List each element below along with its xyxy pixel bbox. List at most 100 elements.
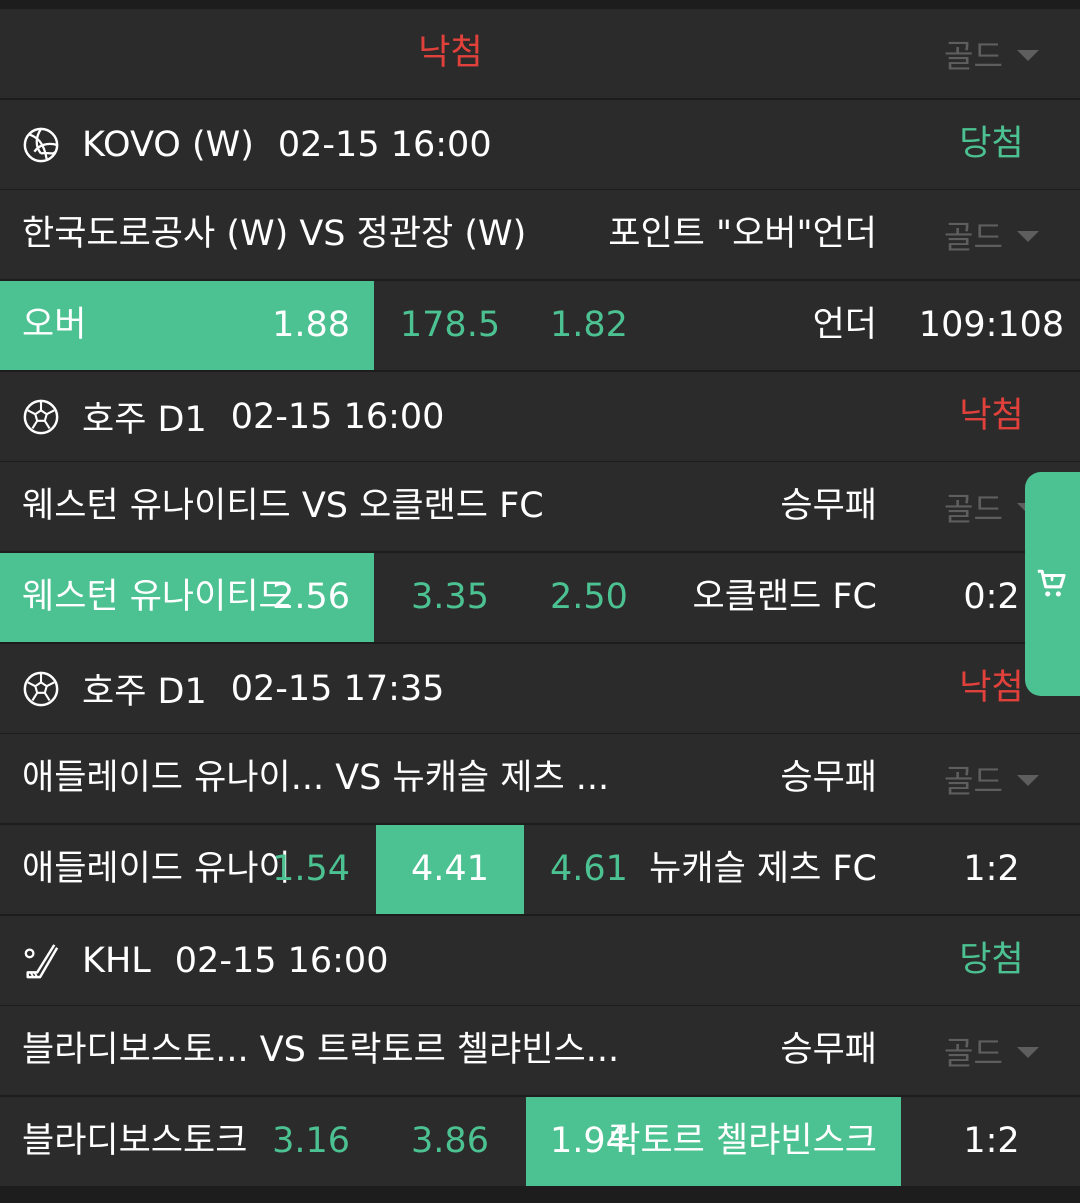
volleyball-icon: [23, 127, 59, 162]
gold-label: 골드: [944, 217, 1003, 256]
match-row: 한국도로공사 (W) VS 정관장 (W) 포인트 "오버"언더 골드: [0, 190, 1080, 279]
hockey-stick-icon: [24, 943, 59, 978]
home-label: 웨스턴 유나이티드: [22, 577, 291, 617]
event-header-row: KOVO (W) 02-15 16:00 당첨: [0, 100, 1080, 189]
event-header-row: 호주 D1 02-15 17:35 낙첨: [0, 644, 1080, 733]
odds-row: 오버 1.88 178.5 1.82 언더 109:108: [0, 281, 1080, 370]
event-header-row: 호주 D1 02-15 16:00 낙첨: [0, 372, 1080, 461]
away-odd: 4.61: [550, 849, 628, 889]
match-row: 웨스턴 유나이티드 VS 오클랜드 FC 승무패 골드: [0, 462, 1080, 551]
chevron-down-icon: [1016, 231, 1039, 242]
final-score: 1:2: [963, 849, 1020, 889]
match-row: 블라디보스토... VS 트락토르 첼랴빈스... 승무패 골드: [0, 1006, 1080, 1095]
gold-dropdown[interactable]: 골드: [903, 190, 1080, 279]
bet-slip-summary-row: 낙첨 골드: [0, 9, 1080, 98]
match-info: 블라디보스토... VS 트락토르 첼랴빈스... 승무패: [0, 1006, 901, 1095]
shopping-cart-icon: [1037, 569, 1066, 597]
match-teams: 블라디보스토... VS 트락토르 첼랴빈스...: [22, 1030, 620, 1070]
event-header: 호주 D1 02-15 17:35: [0, 644, 901, 733]
gold-dropdown[interactable]: 골드: [903, 734, 1080, 823]
gold-label: 골드: [944, 36, 1003, 75]
away-odds-button[interactable]: 4.61 뉴캐슬 제츠 FC: [526, 825, 901, 914]
home-odds-button[interactable]: 블라디보스토크 3.16: [0, 1097, 374, 1186]
event-header-row: KHL 02-15 16:00 당첨: [0, 916, 1080, 1005]
result-cell: 낙첨: [903, 372, 1080, 461]
draw-odds-button[interactable]: 3.86: [376, 1097, 524, 1186]
result-status: 낙첨: [959, 668, 1024, 708]
final-score: 1:2: [963, 1121, 1020, 1161]
soccer-ball-icon: [23, 399, 59, 434]
gold-dropdown[interactable]: 골드: [903, 1006, 1080, 1095]
gold-label: 골드: [944, 1033, 1003, 1072]
draw-odds-button[interactable]: 178.5: [376, 281, 524, 370]
event-header: KOVO (W) 02-15 16:00: [0, 100, 901, 189]
draw-odds-button[interactable]: 4.41: [376, 825, 524, 914]
cart-tab-button[interactable]: [1025, 472, 1080, 696]
home-odd: 1.54: [272, 849, 350, 889]
market-type: 승무패: [780, 1030, 877, 1070]
away-label: 오클랜드 FC: [692, 577, 878, 617]
match-teams: 한국도로공사 (W) VS 정관장 (W): [22, 214, 527, 254]
home-odds-button[interactable]: 애들레이드 유나이 1.54: [0, 825, 374, 914]
draw-value: 178.5: [399, 305, 501, 345]
score-cell: 109:108: [903, 281, 1080, 370]
league-name: 호주 D1: [82, 400, 207, 440]
match-row: 애들레이드 유나이... VS 뉴캐슬 제츠 ... 승무패 골드: [0, 734, 1080, 823]
event-datetime: 02-15 16:00: [230, 396, 445, 437]
draw-value: 4.41: [411, 849, 489, 889]
chevron-down-icon: [1016, 50, 1039, 61]
draw-odds-button[interactable]: 3.35: [376, 553, 524, 642]
score-cell: 1:2: [903, 1097, 1080, 1186]
home-odds-button[interactable]: 오버 1.88: [0, 281, 374, 370]
event-datetime: 02-15 17:35: [230, 668, 445, 709]
away-label: 락토르 첼랴빈스크: [608, 1121, 877, 1161]
gold-label: 골드: [944, 489, 1003, 528]
final-score: 109:108: [918, 305, 1065, 345]
league-name: KHL: [82, 940, 151, 981]
slip-result-cell: 낙첨: [0, 9, 901, 98]
odds-row: 애들레이드 유나이 1.54 4.41 4.61 뉴캐슬 제츠 FC 1:2: [0, 825, 1080, 914]
result-status: 당첨: [959, 124, 1024, 164]
result-status: 당첨: [959, 940, 1024, 980]
league-name: 호주 D1: [82, 672, 207, 712]
home-odd: 1.88: [272, 305, 350, 345]
result-cell: 당첨: [903, 100, 1080, 189]
event-datetime: 02-15 16:00: [277, 124, 492, 165]
event-datetime: 02-15 16:00: [174, 940, 389, 981]
home-odd: 2.56: [272, 577, 350, 617]
match-teams: 애들레이드 유나이... VS 뉴캐슬 제츠 ...: [22, 758, 610, 798]
bet-history-list: 낙첨 골드 KOVO (W) 02-15 16:00 당첨 한국도로공사 (W)…: [0, 0, 1080, 1203]
event-header: KHL 02-15 16:00: [0, 916, 901, 1005]
away-label: 언더: [812, 305, 877, 345]
away-odds-button[interactable]: 1.94 락토르 첼랴빈스크: [526, 1097, 901, 1186]
draw-value: 3.35: [411, 577, 489, 617]
gold-dropdown[interactable]: 골드: [903, 9, 1080, 98]
match-info: 애들레이드 유나이... VS 뉴캐슬 제츠 ... 승무패: [0, 734, 901, 823]
home-label: 블라디보스토크: [22, 1121, 248, 1161]
gold-label: 골드: [944, 761, 1003, 800]
chevron-down-icon: [1016, 1047, 1039, 1058]
odds-row: 블라디보스토크 3.16 3.86 1.94 락토르 첼랴빈스크 1:2: [0, 1097, 1080, 1186]
league-name: KOVO (W): [82, 124, 254, 165]
home-odd: 3.16: [272, 1121, 350, 1161]
market-type: 포인트 "오버"언더: [608, 214, 877, 254]
away-label: 뉴캐슬 제츠 FC: [649, 849, 877, 889]
home-label: 오버: [22, 305, 87, 345]
match-info: 한국도로공사 (W) VS 정관장 (W) 포인트 "오버"언더: [0, 190, 901, 279]
score-cell: 1:2: [903, 825, 1080, 914]
away-odd: 1.82: [550, 305, 628, 345]
market-type: 승무패: [780, 758, 877, 798]
home-odds-button[interactable]: 웨스턴 유나이티드 2.56: [0, 553, 374, 642]
final-score: 0:2: [963, 577, 1020, 617]
odds-row: 웨스턴 유나이티드 2.56 3.35 2.50 오클랜드 FC 0:2: [0, 553, 1080, 642]
draw-value: 3.86: [411, 1121, 489, 1161]
market-type: 승무패: [780, 486, 877, 526]
chevron-down-icon: [1016, 775, 1039, 786]
result-status: 낙첨: [959, 396, 1024, 436]
soccer-ball-icon: [23, 671, 59, 706]
match-teams: 웨스턴 유나이티드 VS 오클랜드 FC: [22, 486, 544, 526]
event-header: 호주 D1 02-15 16:00: [0, 372, 901, 461]
away-odds-button[interactable]: 1.82 언더: [526, 281, 901, 370]
slip-result-label: 낙첨: [418, 33, 483, 73]
away-odds-button[interactable]: 2.50 오클랜드 FC: [526, 553, 901, 642]
